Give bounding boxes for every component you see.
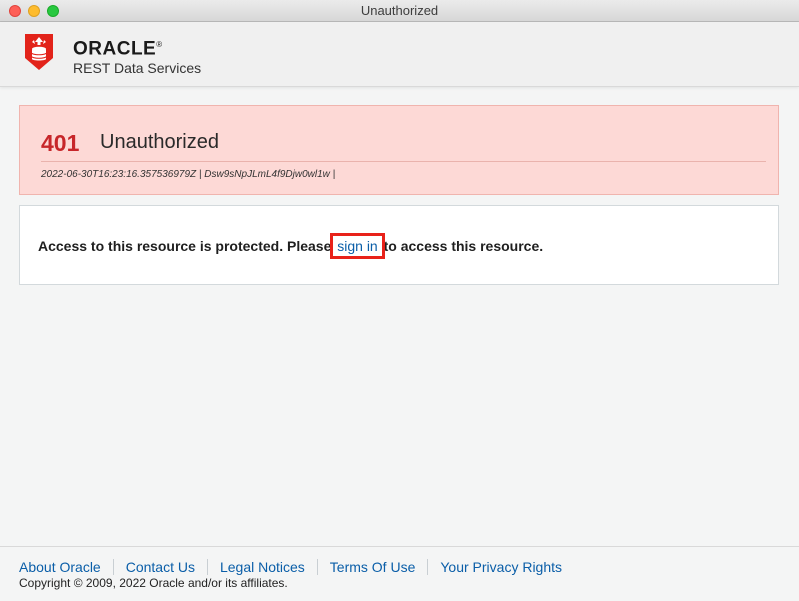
oracle-wordmark: ORACLE® — [73, 38, 163, 60]
footer-links: About Oracle Contact Us Legal Notices Te… — [19, 559, 574, 575]
brand: ORACLE® REST Data Services — [73, 35, 201, 77]
error-banner: 401 Unauthorized 2022-06-30T16:23:16.357… — [19, 105, 779, 195]
page-header: ORACLE® REST Data Services — [0, 22, 799, 87]
error-code: 401 — [41, 130, 80, 156]
product-name: REST Data Services — [73, 60, 202, 77]
oracle-rest-data-services-logo-icon — [25, 34, 53, 70]
message-panel: Access to this resource is protected. Pl… — [19, 205, 779, 285]
error-meta: 2022-06-30T16:23:16.357536979Z | Dsw9sNp… — [41, 169, 336, 180]
footer-link-terms-of-use[interactable]: Terms Of Use — [316, 559, 428, 575]
message-prefix: Access to this resource is protected. Pl… — [38, 238, 336, 254]
sign-in-link[interactable]: sign in — [330, 233, 385, 259]
page-footer: About Oracle Contact Us Legal Notices Te… — [0, 546, 799, 601]
error-title: Unauthorized — [100, 131, 219, 153]
footer-link-contact-us[interactable]: Contact Us — [112, 559, 207, 575]
window-title: Unauthorized — [360, 3, 439, 18]
window-titlebar: Unauthorized — [0, 0, 799, 22]
footer-link-about-oracle[interactable]: About Oracle — [19, 559, 113, 575]
access-message: Access to this resource is protected. Pl… — [38, 233, 544, 259]
footer-link-privacy-rights[interactable]: Your Privacy Rights — [427, 559, 574, 575]
error-divider — [41, 161, 766, 162]
footer-link-legal-notices[interactable]: Legal Notices — [206, 559, 317, 575]
copyright: Copyright © 2009, 2022 Oracle and/or its… — [19, 576, 288, 590]
message-suffix: to access this resource. — [379, 238, 544, 254]
